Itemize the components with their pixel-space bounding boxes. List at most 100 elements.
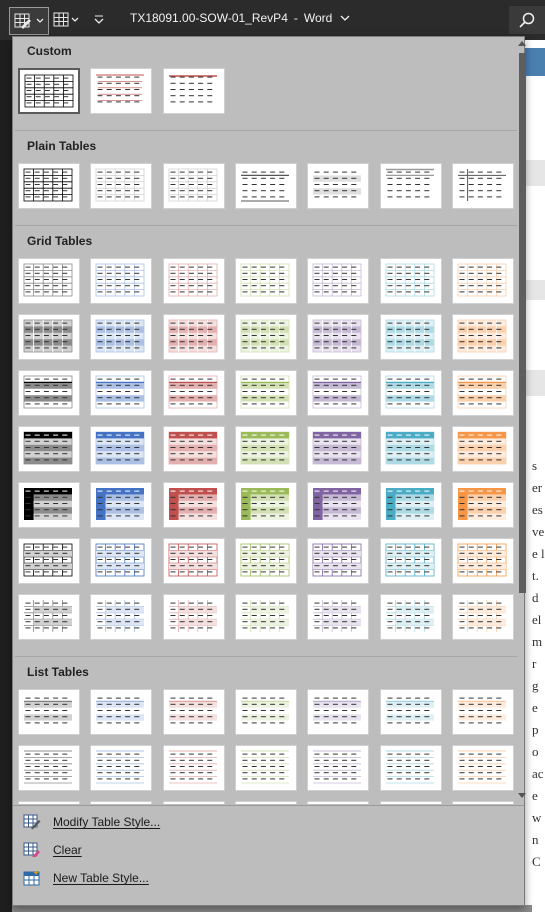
table-style-list-1-7[interactable] [452, 689, 514, 735]
table-style-list-1-5[interactable] [307, 689, 369, 735]
table-style-grid-7-6[interactable] [380, 594, 442, 640]
customize-qat-button[interactable] [90, 7, 108, 33]
table-style-preview-icon [24, 750, 72, 784]
table-style-list-3-2[interactable] [90, 801, 152, 804]
table-style-grid-1-7[interactable] [452, 258, 514, 304]
table-style-list-2-2[interactable] [90, 745, 152, 791]
table-style-list-1-1[interactable] [18, 689, 80, 735]
table-style-plain-7[interactable] [452, 163, 514, 209]
table-style-list-3-5[interactable] [307, 801, 369, 804]
table-style-grid-3-5[interactable] [307, 370, 369, 416]
document-text-fragments: s er es ve e l t. d el m r g e p o ac e w n C [532, 455, 545, 873]
table-style-grid-5-6[interactable] [380, 482, 442, 528]
table-style-list-1-2[interactable] [90, 689, 152, 735]
new-table-style-menu-item[interactable]: New Table Style... [23, 866, 513, 890]
modify-table-style-menu-item[interactable]: Modify Table Style... [23, 810, 513, 834]
table-style-grid-7-5[interactable] [307, 594, 369, 640]
table-style-preview-icon [168, 263, 218, 297]
document-title-button[interactable]: TX18091.00-SOW-01_RevP4- Word [130, 11, 350, 25]
table-style-grid-2-3[interactable] [163, 314, 225, 360]
table-style-grid-6-1[interactable] [18, 538, 80, 584]
table-style-list-1-3[interactable] [163, 689, 225, 735]
table-style-grid-4-2[interactable] [90, 426, 152, 472]
table-style-preview-icon [168, 543, 218, 577]
table-style-grid-3-6[interactable] [380, 370, 442, 416]
table-style-grid-6-4[interactable] [235, 538, 297, 584]
table-style-grid-4-1[interactable] [18, 426, 80, 472]
table-style-grid-1-5[interactable] [307, 258, 369, 304]
table-style-grid-3-3[interactable] [163, 370, 225, 416]
table-style-plain-4[interactable] [235, 163, 297, 209]
table-style-grid-6-7[interactable] [452, 538, 514, 584]
table-style-preview-icon [457, 431, 507, 465]
table-style-grid-3-1[interactable] [18, 370, 80, 416]
table-style-list-1-4[interactable] [235, 689, 297, 735]
table-style-grid-5-2[interactable] [90, 482, 152, 528]
table-style-grid-5-3[interactable] [163, 482, 225, 528]
table-style-list-3-7[interactable] [452, 801, 514, 804]
table-style-list-2-6[interactable] [380, 745, 442, 791]
table-style-grid-1-6[interactable] [380, 258, 442, 304]
table-style-plain-2[interactable] [90, 163, 152, 209]
table-style-list-3-4[interactable] [235, 801, 297, 804]
table-style-plain-3[interactable] [163, 163, 225, 209]
table-style-preview-icon [168, 431, 218, 465]
table-style-grid-3-2[interactable] [90, 370, 152, 416]
table-style-grid-4-5[interactable] [307, 426, 369, 472]
table-style-quick-access-button[interactable] [9, 7, 49, 35]
table-style-grid-3-7[interactable] [452, 370, 514, 416]
table-style-grid-6-3[interactable] [163, 538, 225, 584]
table-style-grid-2-5[interactable] [307, 314, 369, 360]
table-style-grid-5-5[interactable] [307, 482, 369, 528]
table-style-grid-2-1[interactable] [18, 314, 80, 360]
table-style-list-3-3[interactable] [163, 801, 225, 804]
table-style-custom-2[interactable] [90, 68, 152, 114]
table-style-grid-6-2[interactable] [90, 538, 152, 584]
table-style-grid-2-6[interactable] [380, 314, 442, 360]
table-style-grid-3-4[interactable] [235, 370, 297, 416]
table-style-list-2-4[interactable] [235, 745, 297, 791]
table-style-grid-4-6[interactable] [380, 426, 442, 472]
table-style-grid-1-4[interactable] [235, 258, 297, 304]
table-style-grid-2-7[interactable] [452, 314, 514, 360]
table-style-plain-6[interactable] [380, 163, 442, 209]
table-style-list-3-6[interactable] [380, 801, 442, 804]
scrollbar-thumb[interactable] [519, 53, 526, 593]
table-style-grid-1-3[interactable] [163, 258, 225, 304]
table-style-list-3-1[interactable] [18, 801, 80, 804]
table-style-grid-1-1[interactable] [18, 258, 80, 304]
table-style-preview-icon [313, 488, 361, 520]
table-style-grid-7-2[interactable] [90, 594, 152, 640]
table-style-grid-7-4[interactable] [235, 594, 297, 640]
table-style-list-2-5[interactable] [307, 745, 369, 791]
table-style-grid-5-7[interactable] [452, 482, 514, 528]
table-style-grid-6-5[interactable] [307, 538, 369, 584]
table-style-plain-5[interactable] [307, 163, 369, 209]
clear-menu-item[interactable]: Clear [23, 838, 513, 862]
table-style-grid-7-1[interactable] [18, 594, 80, 640]
table-style-grid-7-3[interactable] [163, 594, 225, 640]
table-style-grid-2-4[interactable] [235, 314, 297, 360]
table-style-list-2-7[interactable] [452, 745, 514, 791]
document-text-fragment: ac [532, 766, 544, 781]
table-style-grid-6-6[interactable] [380, 538, 442, 584]
table-style-grid-4-3[interactable] [163, 426, 225, 472]
table-style-grid-4-7[interactable] [452, 426, 514, 472]
table-style-preview-icon [95, 543, 145, 577]
search-button[interactable] [509, 6, 545, 34]
table-style-plain-1[interactable] [18, 163, 80, 209]
table-style-grid-1-2[interactable] [90, 258, 152, 304]
gallery-scrollbar[interactable] [518, 37, 526, 804]
table-style-grid-7-7[interactable] [452, 594, 514, 640]
table-style-custom-1[interactable] [18, 68, 80, 114]
title-separator: - [293, 11, 298, 25]
table-style-list-1-6[interactable] [380, 689, 442, 735]
table-grid-quick-access-button[interactable] [50, 7, 82, 33]
table-style-grid-2-2[interactable] [90, 314, 152, 360]
table-style-grid-5-4[interactable] [235, 482, 297, 528]
table-style-list-2-3[interactable] [163, 745, 225, 791]
table-style-list-2-1[interactable] [18, 745, 80, 791]
table-style-grid-4-4[interactable] [235, 426, 297, 472]
table-style-grid-5-1[interactable] [18, 482, 80, 528]
table-style-custom-3[interactable] [163, 68, 225, 114]
